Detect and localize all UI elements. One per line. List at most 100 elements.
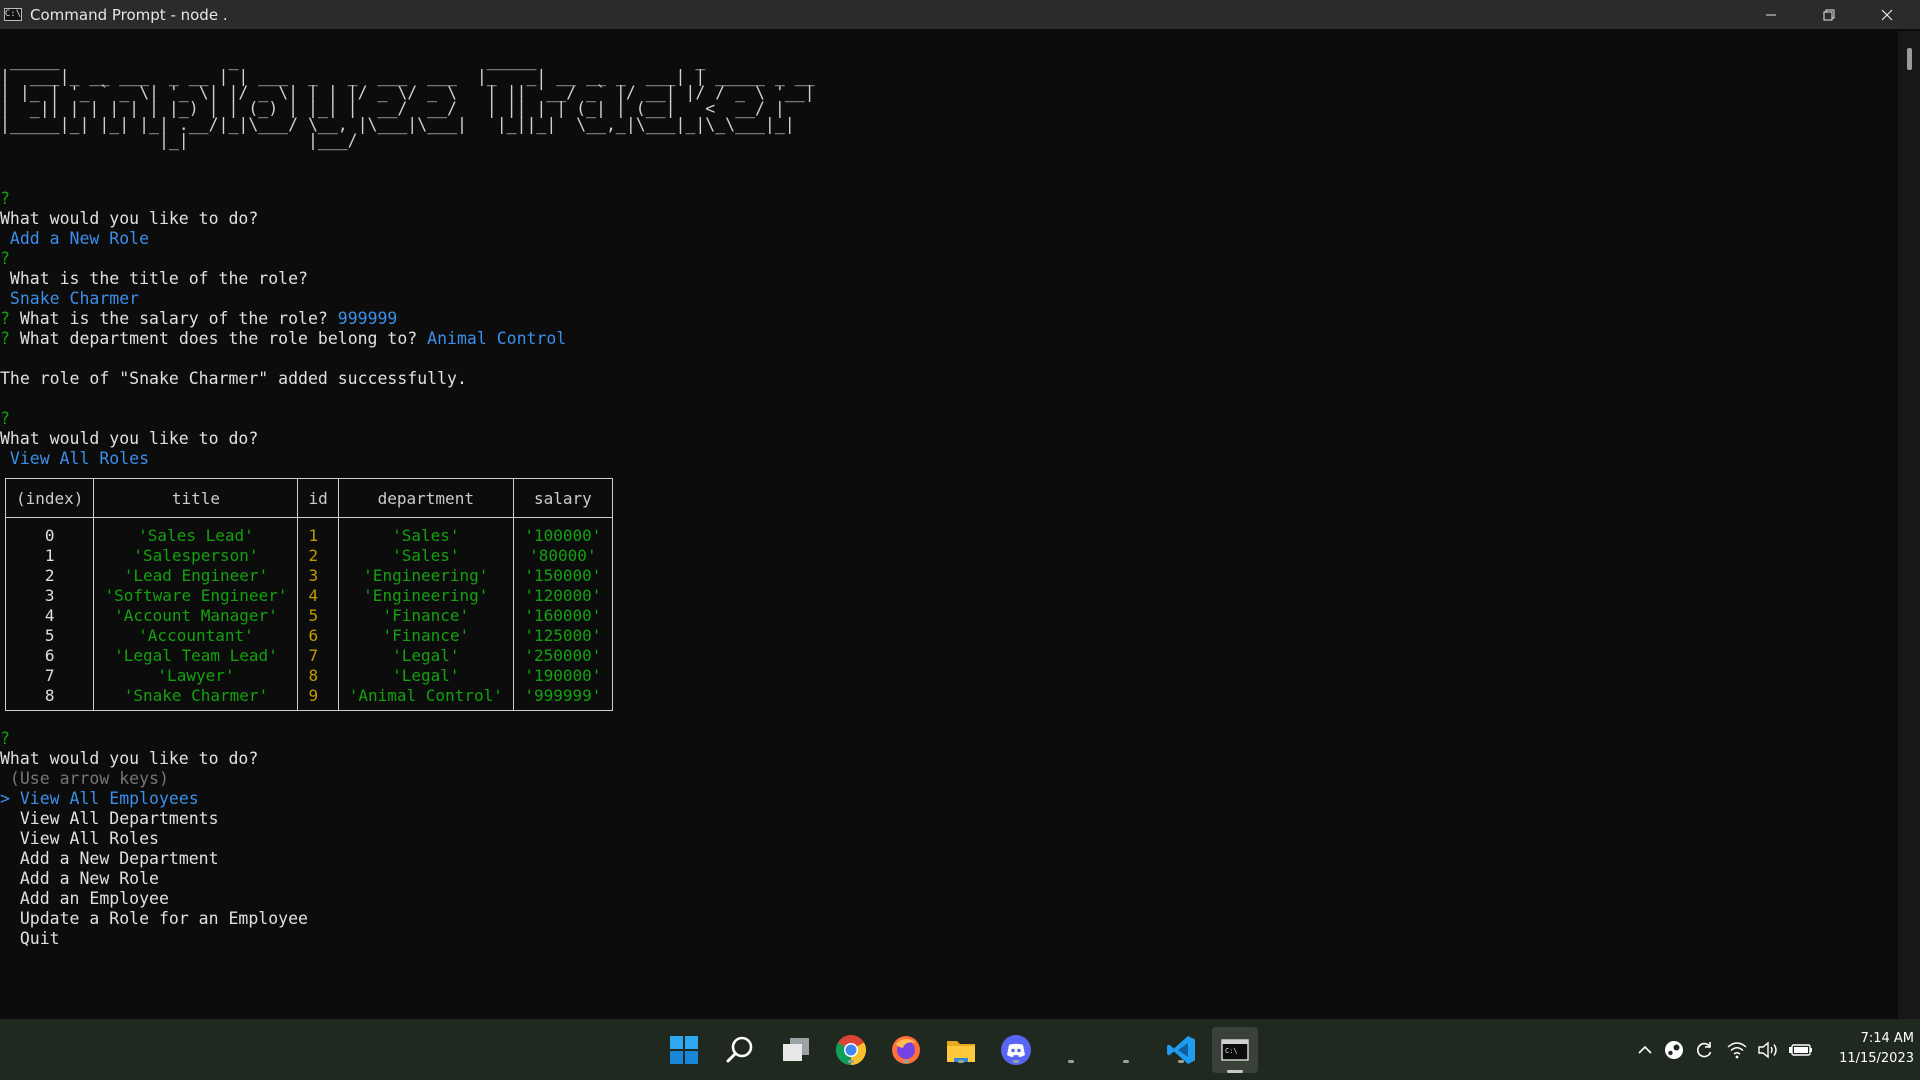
cell-department: 'Animal Control'	[337, 686, 514, 711]
vertical-scrollbar[interactable]	[1898, 31, 1920, 1019]
clock-date: 11/15/2023	[1839, 1051, 1914, 1066]
command-prompt-app-icon: C:\	[4, 8, 22, 21]
volume-icon	[1758, 1041, 1777, 1058]
start-button[interactable]	[665, 1031, 703, 1069]
show-hidden-icons-button[interactable]	[1636, 1019, 1654, 1080]
svg-text:C:\: C:\	[1225, 1047, 1238, 1055]
running-indicator	[1178, 1060, 1184, 1063]
menu-item[interactable]: View All Departments	[0, 809, 219, 829]
taskbar-app-button[interactable]	[1107, 1031, 1145, 1069]
prompt-marker: ?	[0, 329, 10, 348]
table-row: 0 'Sales Lead' 1 'Sales' '100000'	[4, 526, 613, 546]
firefox-button[interactable]	[887, 1031, 925, 1069]
restore-icon	[1823, 9, 1835, 20]
column-header-department: department	[337, 478, 514, 518]
steam-tray-button[interactable]	[1664, 1019, 1684, 1080]
vscode-button[interactable]	[1162, 1031, 1200, 1069]
menu-item[interactable]: View All Roles	[0, 829, 159, 849]
cell-title: 'Account Manager'	[93, 606, 299, 626]
close-icon	[1881, 9, 1893, 20]
start-icon	[670, 1036, 698, 1064]
running-indicator	[903, 1060, 909, 1063]
ascii-banner: _____ _ _____ _ | ___|_ __ ___ _ __ | | …	[0, 51, 815, 150]
cell-salary: '80000'	[512, 546, 613, 566]
prompt-text: What is the salary of the role?	[9, 309, 328, 328]
battery-icon	[1789, 1043, 1812, 1056]
cell-department: 'Sales'	[337, 546, 514, 566]
prompt-text: What would you like to do?	[0, 429, 259, 448]
search-button[interactable]	[721, 1031, 759, 1069]
cell-id: 9	[297, 686, 339, 711]
task-view-icon	[783, 1038, 809, 1061]
selection-pointer: >	[0, 789, 10, 808]
cell-index: 0	[4, 526, 95, 546]
system-clock[interactable]: 7:14 AM 11/15/2023	[1828, 1029, 1914, 1069]
menu-item[interactable]: Add a New Department	[0, 849, 219, 869]
table-spacer	[4, 517, 613, 526]
minimize-icon	[1766, 14, 1776, 15]
menu-item[interactable]: > View All Employees	[0, 789, 199, 809]
close-button[interactable]	[1858, 0, 1916, 29]
battery-button[interactable]	[1789, 1019, 1813, 1080]
department-prompt-line: ? What department does the role belong t…	[0, 329, 566, 349]
prompt-marker: ?	[0, 729, 10, 748]
window-title: Command Prompt - node .	[30, 5, 228, 24]
chrome-button[interactable]	[832, 1031, 870, 1069]
cell-department: 'Finance'	[337, 606, 514, 626]
prompt-answer: 999999	[337, 309, 398, 328]
cell-title: 'Accountant'	[93, 626, 299, 646]
discord-button[interactable]	[997, 1031, 1035, 1069]
taskbar-app-button[interactable]	[1052, 1031, 1090, 1069]
minimize-button[interactable]	[1742, 0, 1800, 29]
cell-title: 'Lead Engineer'	[93, 566, 299, 586]
prompt-text: What would you like to do?	[0, 749, 259, 768]
cell-index: 7	[4, 666, 95, 686]
sync-icon	[1697, 1041, 1712, 1057]
cell-salary: '250000'	[512, 646, 613, 666]
clock-time: 7:14 AM	[1860, 1031, 1914, 1046]
menu-item-label: Quit	[19, 929, 60, 948]
table-row: 2 'Lead Engineer' 3 'Engineering' '150000'	[4, 566, 613, 586]
cell-index: 3	[4, 586, 95, 606]
task-view-button[interactable]	[777, 1031, 815, 1069]
menu-item-label: Update a Role for an Employee	[19, 909, 308, 928]
cell-id: 2	[297, 546, 339, 566]
scrollbar-thumb[interactable]	[1907, 48, 1912, 70]
volume-button[interactable]	[1757, 1019, 1779, 1080]
table-row: 8 'Snake Charmer' 9 'Animal Control' '999999…	[4, 686, 613, 711]
file-explorer-button[interactable]	[942, 1031, 980, 1069]
restore-button[interactable]	[1800, 0, 1858, 29]
cell-id: 5	[297, 606, 339, 626]
menu-item-label: View All Roles	[19, 829, 159, 848]
menu-item[interactable]: Quit	[0, 929, 60, 949]
cell-title: 'Salesperson'	[93, 546, 299, 566]
prompt-text: What department does the role belong to?	[9, 329, 418, 348]
sync-tray-button[interactable]	[1694, 1019, 1714, 1080]
menu-item[interactable]: Add a New Role	[0, 869, 159, 889]
terminal-button[interactable]: C:\	[1212, 1027, 1258, 1073]
menu-item[interactable]: Update a Role for an Employee	[0, 909, 308, 929]
running-indicator	[1123, 1060, 1129, 1063]
table-row: 4 'Account Manager' 5 'Finance' '160000'	[4, 606, 613, 626]
cell-salary: '150000'	[512, 566, 613, 586]
cell-index: 8	[4, 686, 95, 711]
prompt-marker: ?	[0, 249, 10, 268]
running-indicator	[1013, 1060, 1019, 1063]
cell-department: 'Sales'	[337, 526, 514, 546]
table-row: 5 'Accountant' 6 'Finance' '125000'	[4, 626, 613, 646]
cell-index: 6	[4, 646, 95, 666]
cell-title: 'Legal Team Lead'	[93, 646, 299, 666]
roles-table: (index) title id department salary 0 'Sal…	[4, 478, 613, 711]
cell-id: 6	[297, 626, 339, 646]
arrow-keys-hint: (Use arrow keys)	[0, 769, 169, 788]
menu-item[interactable]: Add an Employee	[0, 889, 169, 909]
prompt-marker: ?	[0, 189, 10, 208]
cell-index: 1	[4, 546, 95, 566]
cell-department: 'Engineering'	[337, 586, 514, 606]
terminal-icon: C:\	[1221, 1039, 1249, 1061]
cell-salary: '999999'	[512, 686, 613, 711]
cell-salary: '190000'	[512, 666, 613, 686]
wifi-button[interactable]	[1727, 1019, 1747, 1080]
cell-title: 'Lawyer'	[93, 666, 299, 686]
cell-index: 2	[4, 566, 95, 586]
